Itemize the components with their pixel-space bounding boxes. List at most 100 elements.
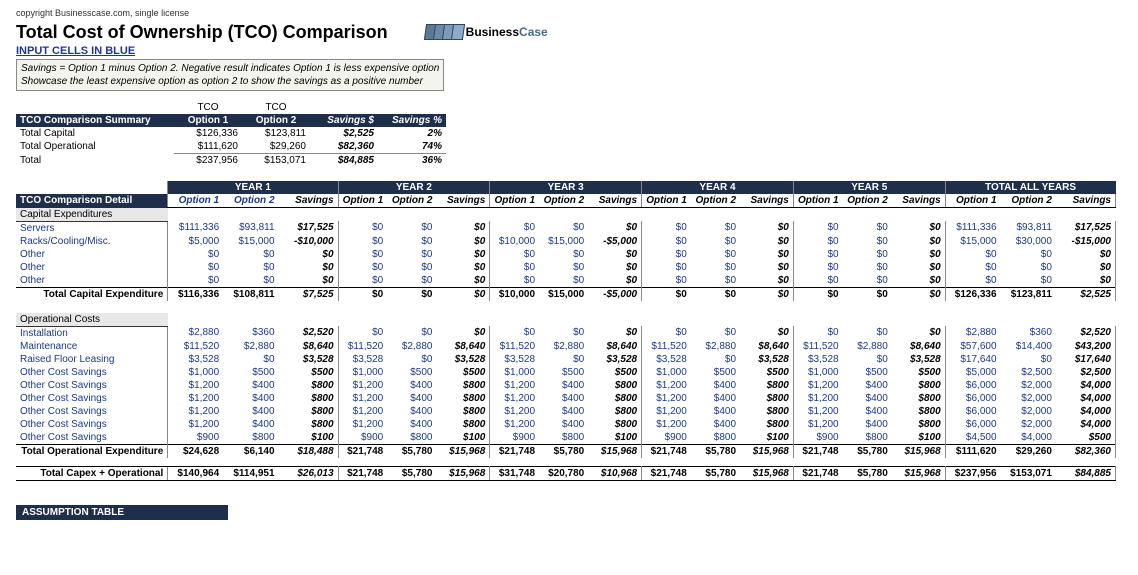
cell-opt1: $1,200: [490, 392, 539, 405]
cell-savings: $0: [740, 248, 793, 261]
cell-opt2: $0: [223, 261, 278, 274]
cell-savings: $0: [740, 235, 793, 248]
cell-opt2: $2,500: [1001, 366, 1056, 379]
cell-opt1: $0: [338, 248, 387, 261]
cell-opt2: $500: [691, 366, 740, 379]
cell-opt2: $500: [539, 366, 588, 379]
cell-opt1: $0: [490, 261, 539, 274]
page-title: Total Cost of Ownership (TCO) Comparison: [16, 22, 388, 43]
cell-opt2: $5,780: [387, 444, 436, 458]
cell-opt1: $1,000: [793, 366, 842, 379]
opex-row: Installation$2,880$360$2,520$0$0$0$0$0$0…: [16, 326, 1116, 340]
cell-opt2: $0: [1001, 248, 1056, 261]
input-cells-note: INPUT CELLS IN BLUE: [16, 45, 388, 57]
cell-opt1: $1,000: [642, 366, 691, 379]
cell-savings: $500: [279, 366, 339, 379]
cell-opt2: $2,000: [1001, 418, 1056, 431]
cell-savings: $800: [279, 405, 339, 418]
capex-row: Other$0$0$0$0$0$0$0$0$0$0$0$0$0$0$0$0$0$…: [16, 261, 1116, 274]
cell-savings: $800: [279, 379, 339, 392]
cell-opt1: $0: [793, 261, 842, 274]
cell-opt2: $400: [223, 405, 278, 418]
cell-opt2: $0: [843, 287, 892, 301]
cell-savings: $4,000: [1056, 405, 1116, 418]
tco-detail-table: YEAR 1YEAR 2YEAR 3YEAR 4YEAR 5TOTAL ALL …: [16, 181, 1116, 481]
cell-opt1: $0: [793, 221, 842, 235]
cell-opt1: $1,200: [793, 418, 842, 431]
cell-opt1: $0: [642, 287, 691, 301]
cell-opt1: $6,000: [945, 392, 1000, 405]
summary-cell: 36%: [378, 154, 446, 168]
cell-opt2: $0: [539, 274, 588, 288]
tco-summary-table: TCO TCO TCO Comparison Summary Option 1 …: [16, 101, 446, 167]
cell-savings: $800: [279, 392, 339, 405]
summary-cell: $153,071: [242, 154, 310, 168]
cell-savings: $3,528: [740, 353, 793, 366]
cell-savings: $800: [740, 405, 793, 418]
opex-row: Other Cost Savings$1,200$400$800$1,200$4…: [16, 418, 1116, 431]
col-opt1: Option 1: [490, 194, 539, 208]
cell-opt2: $2,000: [1001, 405, 1056, 418]
detail-row-label: Other Cost Savings: [16, 405, 168, 418]
cell-opt2: $93,811: [1001, 221, 1056, 235]
cell-opt2: $0: [539, 248, 588, 261]
cell-savings: $8,640: [436, 340, 489, 353]
cell-savings: $2,500: [1056, 366, 1116, 379]
summary-row-label: Total: [16, 154, 174, 168]
cell-opt1: $0: [945, 248, 1000, 261]
cell-savings: $15,968: [740, 466, 793, 480]
opex-row: Other Cost Savings$900$800$100$900$800$1…: [16, 431, 1116, 445]
cell-opt2: $400: [691, 392, 740, 405]
cell-opt1: $1,200: [490, 405, 539, 418]
cell-savings: $2,520: [279, 326, 339, 340]
cell-opt2: $5,780: [691, 444, 740, 458]
col-opt1: Option 1: [945, 194, 1000, 208]
detail-row-label: Other: [16, 248, 168, 261]
cell-opt2: $360: [223, 326, 278, 340]
summary-cell: $123,811: [242, 127, 310, 140]
cell-savings: $3,528: [436, 353, 489, 366]
cell-opt1: $21,748: [642, 444, 691, 458]
cell-savings: $500: [1056, 431, 1116, 445]
cell-opt2: $0: [1001, 353, 1056, 366]
cell-savings: $100: [892, 431, 945, 445]
cell-savings: $84,885: [1056, 466, 1116, 480]
cell-opt2: $400: [843, 379, 892, 392]
cell-opt1: $0: [793, 326, 842, 340]
cell-savings: $82,360: [1056, 444, 1116, 458]
cell-savings: $0: [588, 221, 641, 235]
cell-opt1: $6,000: [945, 379, 1000, 392]
opex-section-header: Operational Costs: [16, 313, 168, 327]
cell-opt2: $400: [387, 418, 436, 431]
cell-opt2: $400: [539, 405, 588, 418]
cell-savings: $0: [436, 274, 489, 288]
cell-opt1: $24,628: [168, 444, 223, 458]
opex-row: Other Cost Savings$1,000$500$500$1,000$5…: [16, 366, 1116, 379]
detail-row-label: Other Cost Savings: [16, 392, 168, 405]
detail-row-label: Raised Floor Leasing: [16, 353, 168, 366]
cell-opt2: $0: [843, 248, 892, 261]
cell-opt2: $0: [691, 287, 740, 301]
cell-savings: $0: [892, 287, 945, 301]
cell-opt1: $111,336: [168, 221, 223, 235]
col-opt2: Option 2: [387, 194, 436, 208]
cell-savings: $7,525: [279, 287, 339, 301]
cell-opt2: $400: [223, 379, 278, 392]
cell-opt2: $123,811: [1001, 287, 1056, 301]
cell-savings: $8,640: [740, 340, 793, 353]
cell-opt2: $0: [843, 261, 892, 274]
cell-savings: $15,968: [436, 466, 489, 480]
cell-opt1: $21,748: [793, 444, 842, 458]
cell-opt2: $500: [387, 366, 436, 379]
cell-opt1: $17,640: [945, 353, 1000, 366]
cell-opt1: $4,500: [945, 431, 1000, 445]
opex-row: Other Cost Savings$1,200$400$800$1,200$4…: [16, 392, 1116, 405]
cell-opt2: $400: [387, 379, 436, 392]
cell-opt2: $2,880: [691, 340, 740, 353]
cell-opt1: $0: [642, 235, 691, 248]
cell-opt2: $400: [387, 405, 436, 418]
cell-opt2: $15,000: [539, 235, 588, 248]
cell-savings: $800: [588, 392, 641, 405]
cell-opt1: $1,200: [168, 405, 223, 418]
cell-opt2: $800: [843, 431, 892, 445]
